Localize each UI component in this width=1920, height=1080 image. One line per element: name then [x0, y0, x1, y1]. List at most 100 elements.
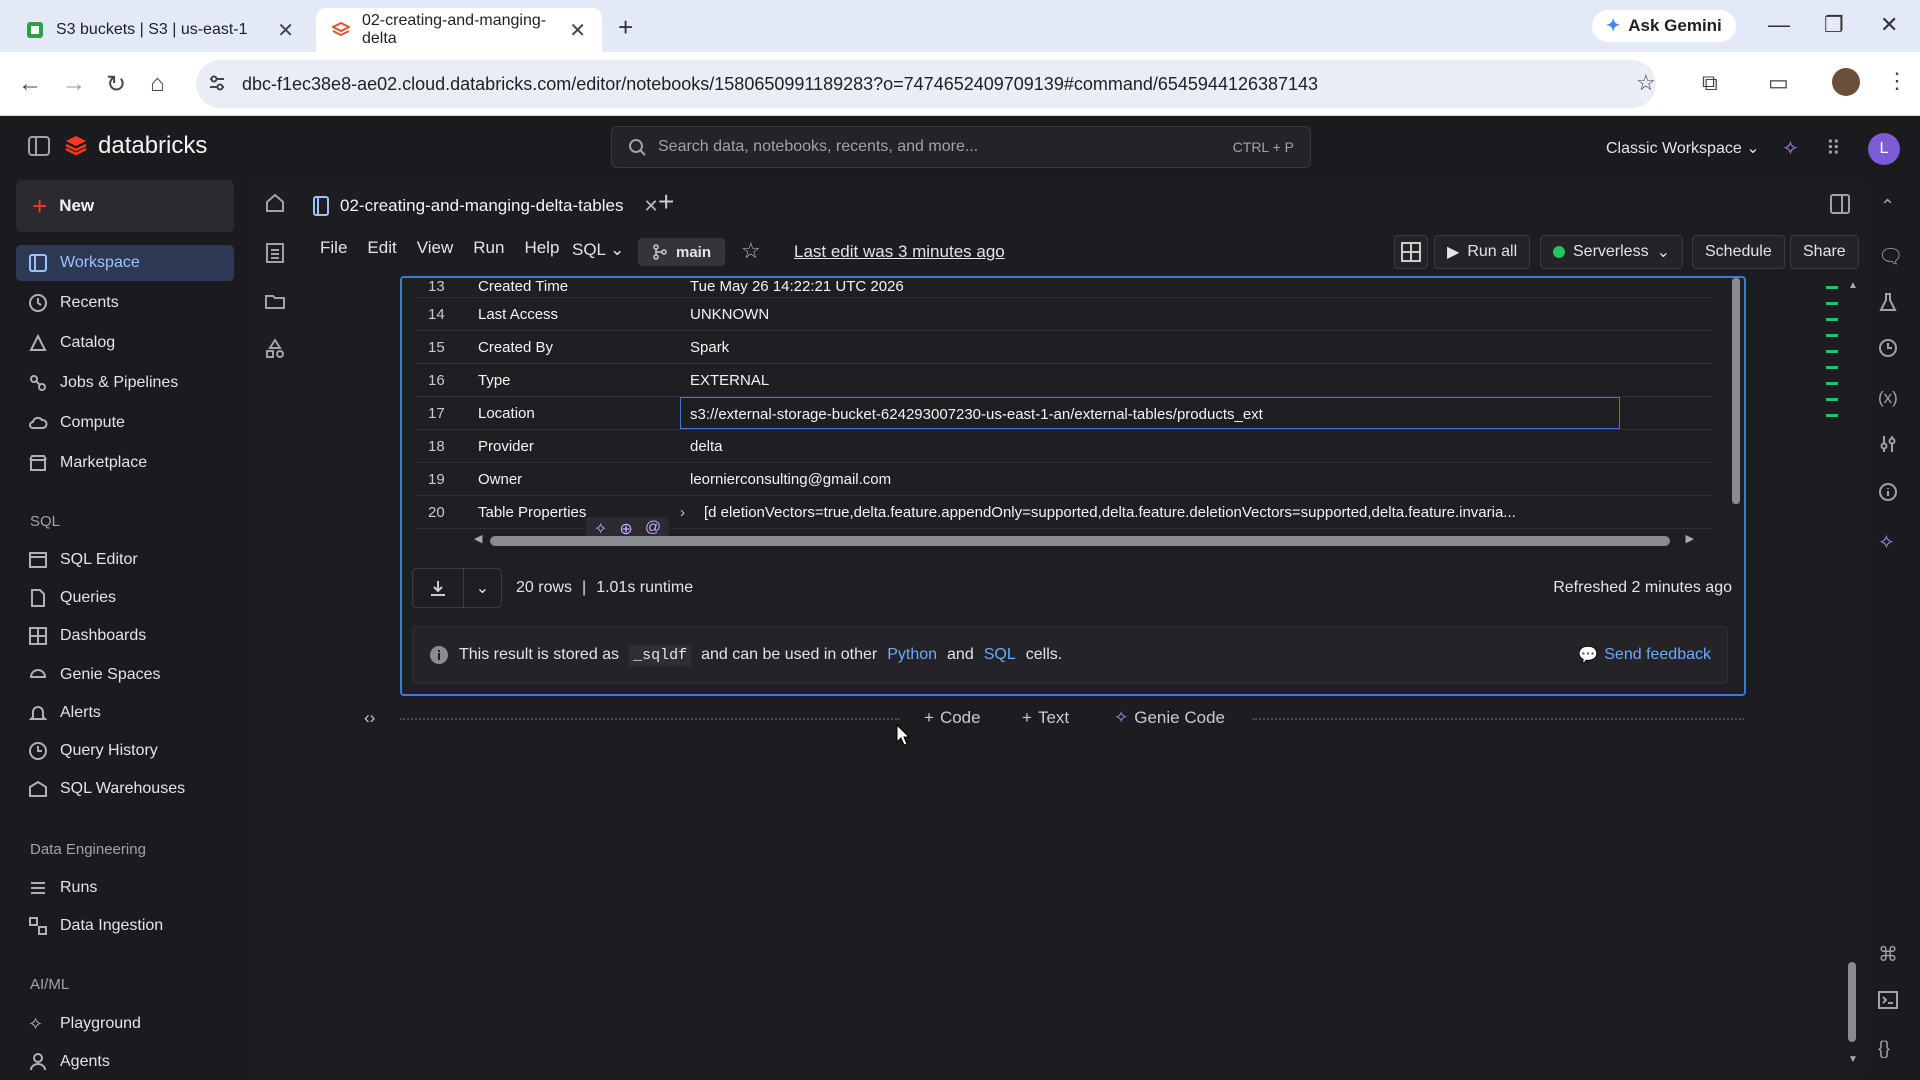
expand-chevron-icon[interactable]: ›: [680, 504, 685, 521]
restore-icon[interactable]: ❐: [1824, 12, 1844, 38]
workspace-switcher[interactable]: Classic Workspace ⌄: [1606, 138, 1760, 158]
menu-edit[interactable]: Edit: [367, 238, 396, 258]
download-button[interactable]: [412, 568, 464, 608]
extensions-icon[interactable]: ⧉: [1702, 70, 1718, 96]
sidebar-item-sql-editor[interactable]: SQL Editor: [16, 542, 234, 578]
scroll-left-icon[interactable]: ◀: [474, 532, 482, 545]
sql-link[interactable]: SQL: [984, 646, 1016, 664]
add-code-cell-button[interactable]: + Code: [924, 708, 981, 728]
sidebar-toggle-icon[interactable]: [28, 136, 50, 156]
bookmark-star-icon[interactable]: ☆: [1636, 70, 1656, 96]
profile-avatar[interactable]: [1832, 68, 1860, 96]
notebook-tab[interactable]: 02-creating-and-manging-delta-tables ✕: [312, 186, 659, 226]
scroll-right-icon[interactable]: ▶: [1686, 532, 1694, 545]
comments-icon[interactable]: 🗨: [1878, 244, 1903, 269]
sidebar-item-sql-warehouses[interactable]: SQL Warehouses: [16, 771, 234, 807]
page-scrollbar[interactable]: ▲ ▼: [1848, 280, 1858, 1070]
databricks-logo[interactable]: databricks: [64, 132, 207, 160]
favorite-star-icon[interactable]: ☆: [741, 238, 761, 264]
menu-view[interactable]: View: [417, 238, 454, 258]
sidebar-item-queries[interactable]: Queries: [16, 580, 234, 616]
cast-icon[interactable]: ▭: [1768, 70, 1789, 96]
terminal-icon[interactable]: [1878, 990, 1898, 1010]
table-row[interactable]: 13 Created Time Tue May 26 14:22:21 UTC 20…: [414, 278, 1712, 298]
add-notebook-tab-button[interactable]: +: [658, 186, 674, 218]
add-text-cell-button[interactable]: + Text: [1022, 708, 1069, 728]
table-row[interactable]: 14 Last Access UNKNOWN: [414, 298, 1712, 331]
sidebar-item-query-history[interactable]: Query History: [16, 733, 234, 769]
horizontal-scrollbar[interactable]: ◀ ▶: [474, 532, 1694, 546]
shapes-icon[interactable]: [264, 338, 286, 360]
run-all-button[interactable]: ▶ Run all: [1434, 235, 1531, 269]
more-menu-icon[interactable]: ⋮: [1886, 68, 1908, 94]
shortcuts-icon[interactable]: ⌘: [1878, 942, 1898, 967]
folder-icon[interactable]: [264, 290, 286, 312]
table-row-selected[interactable]: 17 Location s3://external-storage-bucket-6…: [414, 397, 1712, 430]
menu-file[interactable]: File: [320, 238, 347, 258]
page-scroll-thumb[interactable]: [1848, 962, 1856, 1042]
sidebar-item-alerts[interactable]: Alerts: [16, 695, 234, 731]
variables-icon[interactable]: (x): [1878, 388, 1898, 408]
add-genie-code-button[interactable]: ✧ Genie Code: [1114, 708, 1225, 728]
python-link[interactable]: Python: [887, 646, 937, 664]
sidebar-item-data-ingestion[interactable]: Data Ingestion: [16, 908, 234, 944]
site-info-icon[interactable]: [208, 74, 226, 92]
sidebar-item-workspace[interactable]: Workspace: [16, 245, 234, 281]
collapse-up-icon[interactable]: ⌃: [1880, 196, 1895, 217]
reload-icon[interactable]: ↻: [106, 70, 126, 99]
vertical-scrollbar[interactable]: [1732, 278, 1740, 504]
sidebar-item-genie-spaces[interactable]: Genie Spaces: [16, 657, 234, 693]
assistant-icon[interactable]: ✧: [1782, 136, 1799, 161]
sidebar-item-runs[interactable]: Runs: [16, 870, 234, 906]
close-tab-icon[interactable]: ✕: [569, 18, 586, 43]
experiment-icon[interactable]: [1878, 292, 1898, 312]
horizontal-scroll-thumb[interactable]: [490, 536, 1670, 546]
table-row[interactable]: 19 Owner leornierconsulting@gmail.com: [414, 463, 1712, 496]
vertical-scroll-thumb[interactable]: [1732, 278, 1740, 504]
forward-icon[interactable]: →: [62, 70, 86, 98]
send-feedback-link[interactable]: 💬 Send feedback: [1578, 645, 1711, 665]
browser-tab-notebook[interactable]: 02-creating-and-manging-delta ✕: [316, 8, 602, 52]
home-rail-icon[interactable]: [264, 192, 286, 214]
info-panel-icon[interactable]: [1878, 482, 1898, 502]
result-cell[interactable]: 13 Created Time Tue May 26 14:22:21 UTC 20…: [400, 276, 1746, 696]
schedule-button[interactable]: Schedule: [1692, 235, 1785, 269]
code-toggle-icon[interactable]: ‹›: [364, 708, 375, 728]
close-tab-icon[interactable]: ✕: [277, 18, 294, 43]
global-search-input[interactable]: Search data, notebooks, recents, and mor…: [611, 126, 1311, 168]
close-notebook-tab-icon[interactable]: ✕: [644, 196, 659, 217]
user-avatar[interactable]: L: [1868, 133, 1900, 165]
table-row[interactable]: 16 Type EXTERNAL: [414, 364, 1712, 397]
home-icon[interactable]: ⌂: [150, 70, 165, 98]
sidebar-item-jobs[interactable]: Jobs & Pipelines: [16, 365, 234, 401]
sidebar-item-compute[interactable]: Compute: [16, 405, 234, 441]
url-field[interactable]: dbc-f1ec38e8-ae02.cloud.databricks.com/e…: [196, 60, 1656, 108]
scroll-up-icon[interactable]: ▲: [1848, 280, 1858, 291]
layout-icon[interactable]: [1394, 235, 1428, 269]
new-tab-button[interactable]: +: [618, 12, 633, 43]
share-button[interactable]: Share: [1790, 235, 1859, 269]
minimize-icon[interactable]: —: [1768, 12, 1790, 38]
debug-icon[interactable]: {}: [1878, 1038, 1890, 1059]
sidebar-item-marketplace[interactable]: Marketplace: [16, 445, 234, 481]
git-branch-button[interactable]: main: [638, 238, 726, 266]
sidebar-item-agents[interactable]: Agents: [16, 1044, 234, 1080]
download-options-button[interactable]: ⌄: [464, 568, 502, 608]
sidebar-item-catalog[interactable]: Catalog: [16, 325, 234, 361]
table-row[interactable]: 15 Created By Spark: [414, 331, 1712, 364]
split-view-icon[interactable]: [1830, 194, 1850, 214]
back-icon[interactable]: ←: [18, 70, 42, 98]
scroll-down-icon[interactable]: ▼: [1848, 1054, 1858, 1065]
new-button[interactable]: + New: [16, 180, 234, 232]
compute-select[interactable]: Serverless ⌄: [1540, 235, 1683, 269]
table-row[interactable]: 18 Provider delta: [414, 430, 1712, 463]
ask-gemini-button[interactable]: ✦ Ask Gemini: [1592, 10, 1736, 42]
version-history-icon[interactable]: [1878, 338, 1898, 358]
menu-run[interactable]: Run: [473, 238, 504, 258]
apps-grid-icon[interactable]: ⠿: [1826, 136, 1841, 161]
sidebar-item-playground[interactable]: ✧ Playground: [16, 1006, 234, 1042]
menu-help[interactable]: Help: [524, 238, 559, 258]
assistant-panel-icon[interactable]: ✧: [1878, 530, 1895, 555]
sidebar-item-recents[interactable]: Recents: [16, 285, 234, 321]
language-select[interactable]: SQL ⌄: [572, 240, 624, 260]
